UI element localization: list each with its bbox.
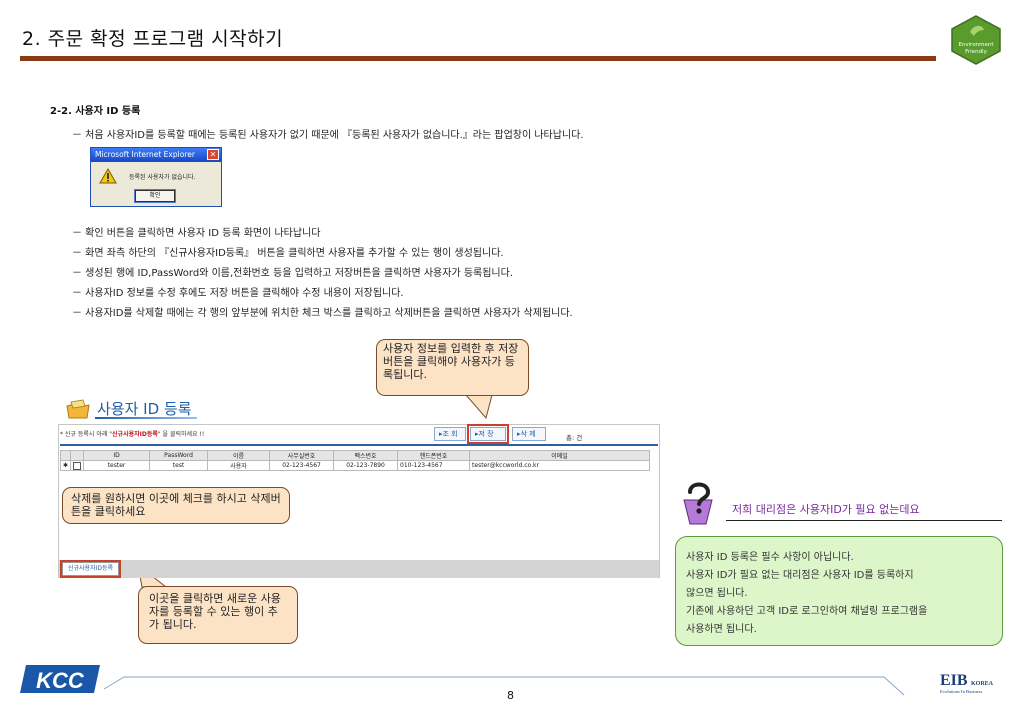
cell-id[interactable]: tester: [83, 460, 151, 471]
bullet-4: － 생성된 행에 ID,PassWord와 이름,전화번호 등을 입력하고 저장…: [72, 268, 514, 279]
info-line: 않으면 됩니다.: [686, 588, 748, 599]
callout-save: 사용자 정보를 입력한 후 저장버튼을 클릭해야 사용자가 등록됩니다.: [376, 339, 529, 396]
window-bottom-bar: [59, 560, 659, 578]
col-email: 이메일: [469, 450, 650, 461]
col-id: ID: [83, 450, 151, 461]
popup-title: Microsoft Internet Explorer: [95, 150, 195, 159]
eib-logo-sub: KOREA: [971, 681, 994, 687]
title-rule: [20, 56, 936, 61]
popup-close-icon[interactable]: ✕: [207, 149, 219, 160]
badge-line1: Environment: [958, 42, 994, 48]
user-grid: ID PassWord 이름 사무실번호 팩스번호 핸드폰번호 이메일 ✱ te…: [59, 450, 650, 471]
search-button[interactable]: ▸조 회: [434, 427, 466, 441]
grid-header-row: ID PassWord 이름 사무실번호 팩스번호 핸드폰번호 이메일: [59, 450, 650, 461]
info-prefix: * 신규 등록시 아래 ": [60, 431, 113, 438]
info-highlight: 신규사용자ID등록: [112, 431, 158, 438]
col-office: 사무실번호: [269, 450, 335, 461]
popup-titlebar: Microsoft Internet Explorer ✕: [91, 148, 221, 162]
cell-name[interactable]: 사용자: [207, 460, 271, 471]
cell-fax[interactable]: 02-123-7890: [333, 460, 399, 471]
cell-office[interactable]: 02-123-4567: [269, 460, 335, 471]
bullet-5: － 사용자ID 정보를 수정 후에도 저장 버튼을 클릭해야 수정 내용이 저장…: [72, 288, 404, 299]
page-number: 8: [507, 689, 514, 702]
info-line: 기존에 사용하던 고객 ID로 로그인하여 채널링 프로그램을: [686, 606, 928, 617]
row-marker: ✱: [59, 460, 72, 471]
col-name: 이름: [207, 450, 271, 461]
total-count: 총: 건: [566, 434, 583, 442]
section-heading: 2-2. 사용자 ID 등록: [50, 106, 141, 117]
table-row[interactable]: ✱ tester test 사용자 02-123-4567 02-123-789…: [59, 460, 650, 471]
bullet-6: － 사용자ID를 삭제할 때에는 각 행의 앞부분에 위치한 체크 박스를 클릭…: [72, 308, 573, 319]
side-question: 저희 대리점은 사용자ID가 필요 없는데요: [732, 503, 920, 516]
window-info-text: * 신규 등록시 아래 "신규사용자ID등록" 을 클릭하세요 !!: [60, 429, 204, 438]
col-fax: 팩스번호: [333, 450, 399, 461]
bullet-2: － 확인 버튼을 클릭하면 사용자 ID 등록 화면이 나타납니다: [72, 228, 321, 239]
info-suffix: " 을 클릭하세요 !!: [157, 431, 205, 438]
eib-korea-logo: EIB KOREA Evolutions In Business: [940, 672, 994, 694]
col-marker: [59, 450, 72, 461]
callout-delete: 삭제를 원하시면 이곳에 체크를 하시고 삭제버튼을 클릭하세요: [62, 487, 290, 524]
info-line: 사용하면 됩니다.: [686, 624, 757, 635]
checkbox-icon[interactable]: [73, 461, 82, 470]
cell-password[interactable]: test: [149, 460, 209, 471]
badge-line2: Friendly: [965, 49, 987, 55]
popup-ok-button[interactable]: 확인: [134, 189, 176, 203]
info-line: 사용자 ID가 필요 없는 대리점은 사용자 ID를 등록하지: [686, 570, 914, 581]
side-info-box: 사용자 ID 등록은 필수 사항이 아닙니다. 사용자 ID가 필요 없는 대리…: [675, 536, 1003, 646]
bullet-3: － 화면 좌측 하단의 『신규사용자ID등록』 버튼을 클릭하면 사용자를 추가…: [72, 248, 504, 259]
page-title: 2. 주문 확정 프로그램 시작하기: [22, 28, 284, 50]
bullet-1: － 처음 사용자ID를 등록할 때에는 등록된 사용자가 없기 때문에 『등록된…: [72, 130, 584, 141]
cell-mobile[interactable]: 010-123-4567: [397, 460, 471, 471]
col-password: PassWord: [149, 450, 209, 461]
delete-button[interactable]: ▸삭 제: [512, 427, 546, 441]
callout-new-user: 이곳을 클릭하면 새로운 사용자를 등록할 수 있는 행이 추가 됩니다.: [138, 586, 298, 644]
new-user-id-button[interactable]: 신규사용자ID등록: [59, 560, 122, 578]
question-mark-person-icon: [683, 482, 713, 525]
ie-alert-popup: Microsoft Internet Explorer ✕ 등록된 사용자가 없…: [90, 147, 222, 207]
col-mobile: 핸드폰번호: [397, 450, 471, 461]
warning-icon: [99, 168, 117, 184]
eib-logo-tag: Evolutions In Business: [940, 689, 983, 694]
kcc-logo: KCC: [36, 668, 85, 693]
col-check: [70, 450, 85, 461]
save-button[interactable]: ▸저 장: [467, 424, 509, 444]
toolbar-rule: [60, 444, 658, 446]
cell-email[interactable]: tester@kccworld.co.kr: [469, 460, 650, 471]
side-question-rule: [726, 520, 1002, 521]
window-title: 사용자 ID 등록: [97, 400, 192, 418]
info-line: 사용자 ID 등록은 필수 사항이 아닙니다.: [686, 552, 854, 563]
popup-message: 등록된 사용자가 없습니다.: [129, 174, 196, 181]
window-title-underline: [95, 417, 197, 419]
eib-logo-text: EIB: [940, 672, 968, 689]
eco-friendly-badge-icon: Environment Friendly: [951, 15, 1001, 65]
user-id-folder-icon: [66, 399, 90, 419]
row-checkbox[interactable]: [70, 460, 85, 471]
